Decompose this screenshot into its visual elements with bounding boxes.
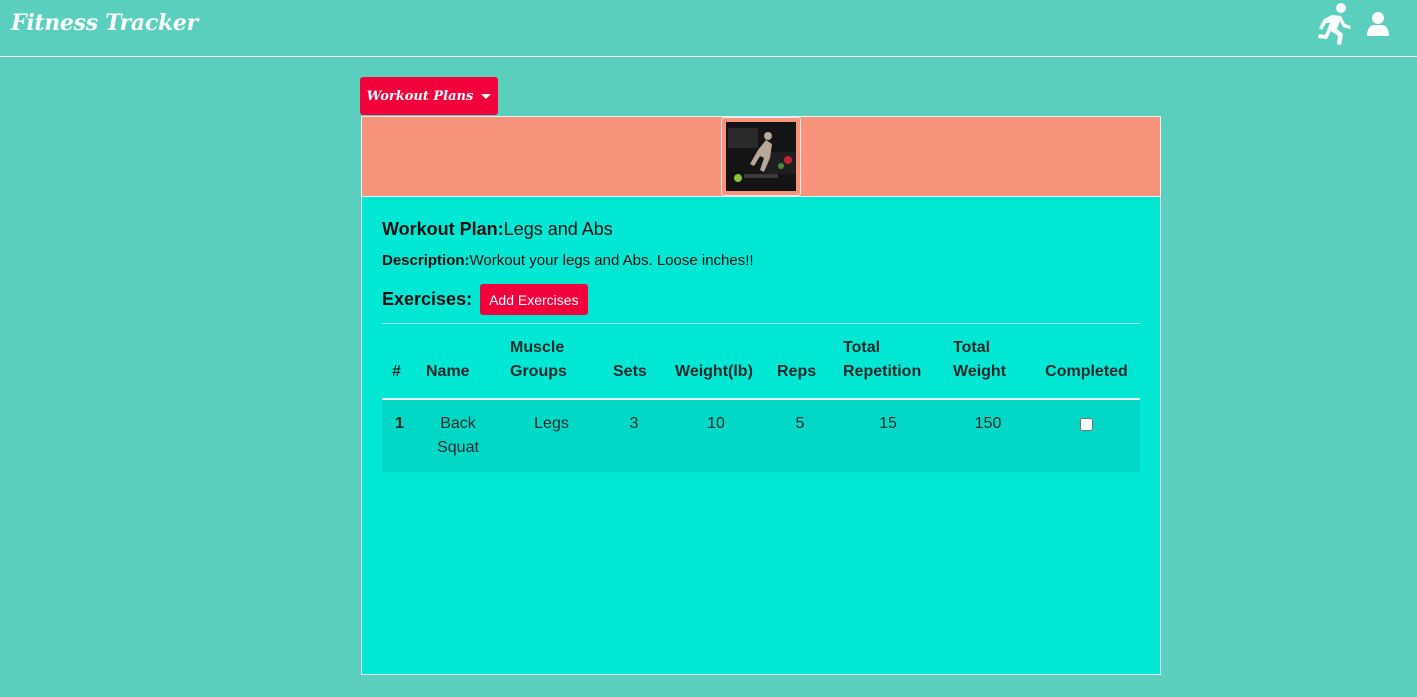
col-header-total-weight: Total Weight — [943, 324, 1033, 400]
running-icon[interactable] — [1315, 2, 1353, 51]
cell-index: 1 — [395, 415, 404, 432]
plan-description: Description:Workout your legs and Abs. L… — [382, 251, 1140, 271]
brand-logo[interactable]: Fitness Tracker — [11, 10, 198, 36]
col-header-weight: Weight(lb) — [665, 324, 767, 400]
cell-reps: 5 — [795, 415, 805, 432]
add-exercises-button[interactable]: Add Exercises — [480, 284, 588, 315]
cell-total-weight: 150 — [974, 415, 1002, 432]
col-header-sets: Sets — [603, 324, 665, 400]
completed-checkbox[interactable] — [1080, 418, 1093, 431]
col-header-name: Name — [416, 324, 500, 400]
plan-title-label: Workout Plan: — [382, 219, 504, 239]
card-header — [362, 117, 1160, 197]
dropdown-label: Workout Plans — [366, 88, 474, 104]
workout-thumbnail[interactable] — [721, 117, 801, 196]
col-header-total-repetition: Total Repetition — [833, 324, 943, 400]
cell-total-repetition: 15 — [879, 415, 897, 432]
cell-muscle-groups: Legs — [534, 415, 569, 432]
cell-sets: 3 — [629, 415, 639, 432]
col-header-completed: Completed — [1033, 324, 1140, 400]
exercises-label: Exercises: — [382, 289, 473, 309]
cell-name: Back Squat — [437, 415, 479, 456]
cell-weight: 10 — [707, 415, 725, 432]
col-header-index: # — [382, 324, 416, 400]
col-header-muscle-groups: Muscle Groups — [500, 324, 603, 400]
exercises-table: # Name Muscle Groups Sets Weight(lb) Rep… — [382, 324, 1140, 472]
col-header-reps: Reps — [767, 324, 833, 400]
card-body: Workout Plan:Legs and Abs Description:Wo… — [382, 217, 1140, 472]
user-icon[interactable] — [1367, 11, 1389, 42]
plan-desc-label: Description: — [382, 252, 470, 269]
plan-title-value: Legs and Abs — [503, 219, 613, 239]
plan-title: Workout Plan:Legs and Abs — [382, 217, 1140, 241]
workout-plans-dropdown[interactable]: Workout Plans — [360, 77, 498, 115]
table-row: 1 Back Squat Legs 3 10 5 15 150 — [382, 399, 1140, 472]
plan-desc-value: Workout your legs and Abs. Loose inches!… — [469, 252, 754, 269]
workout-photo — [726, 122, 796, 191]
workout-plan-card: Workout Plan:Legs and Abs Description:Wo… — [361, 116, 1161, 675]
navbar: Fitness Tracker — [0, 0, 1417, 57]
cell-completed — [1033, 399, 1140, 472]
nav-icons — [1315, 0, 1389, 52]
caret-down-icon — [481, 94, 492, 99]
exercises-header: Exercises: Add Exercises — [382, 284, 1140, 315]
table-header-row: # Name Muscle Groups Sets Weight(lb) Rep… — [382, 324, 1140, 400]
